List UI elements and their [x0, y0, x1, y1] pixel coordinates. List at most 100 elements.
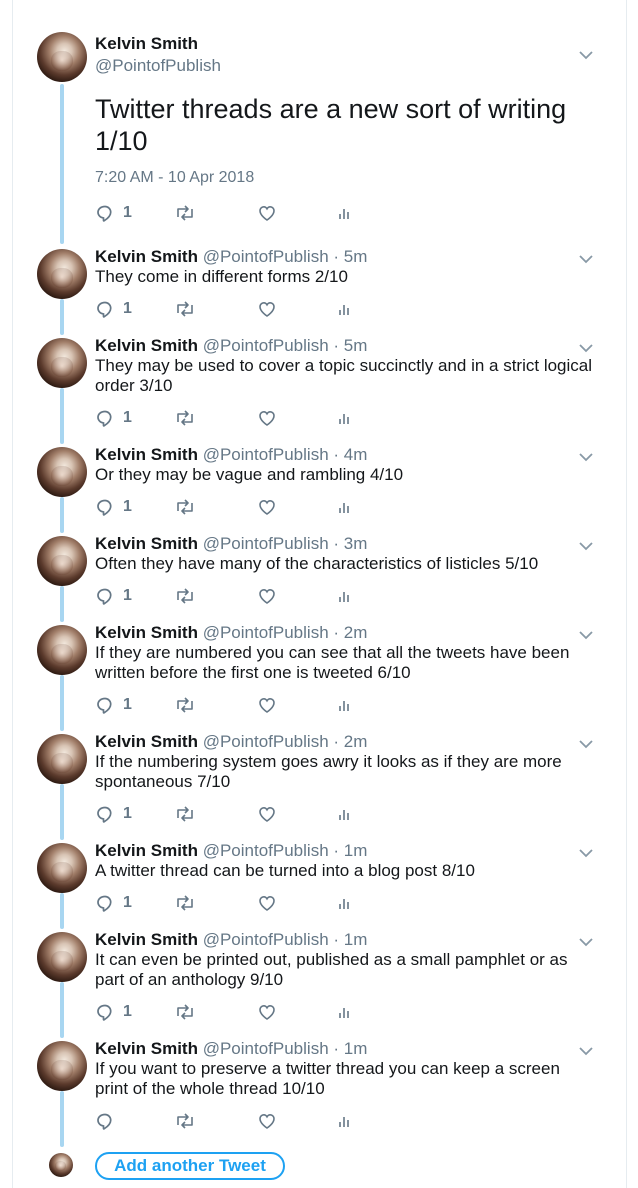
analytics-button[interactable]	[338, 203, 352, 223]
like-button[interactable]	[257, 893, 277, 913]
tweet-header: Kelvin Smith @PointofPublish · 1m	[95, 841, 595, 861]
tweet-time[interactable]: 1m	[344, 930, 368, 949]
reply-button[interactable]: 1	[95, 408, 132, 428]
retweet-button[interactable]	[174, 695, 196, 715]
chevron-down-icon[interactable]	[578, 739, 594, 749]
heart-icon	[257, 695, 277, 715]
like-button[interactable]	[257, 299, 277, 319]
reply-button[interactable]: 1	[95, 1002, 132, 1022]
retweet-button[interactable]	[174, 893, 196, 913]
author-handle[interactable]: @PointofPublish	[95, 56, 221, 76]
author-name[interactable]: Kelvin Smith	[95, 623, 198, 642]
author-handle[interactable]: @PointofPublish	[203, 445, 329, 464]
retweet-button[interactable]	[174, 408, 196, 428]
reply-button[interactable]: 1	[95, 497, 132, 517]
reply-button[interactable]: 1	[95, 804, 132, 824]
author-name[interactable]: Kelvin Smith	[95, 336, 198, 355]
retweet-icon	[174, 586, 196, 606]
retweet-button[interactable]	[174, 497, 196, 517]
author-handle[interactable]: @PointofPublish	[203, 732, 329, 751]
like-button[interactable]	[257, 203, 277, 223]
tweet-time[interactable]: 1m	[344, 1039, 368, 1058]
avatar	[49, 1153, 73, 1177]
reply-button[interactable]: 1	[95, 203, 132, 223]
like-button[interactable]	[257, 586, 277, 606]
analytics-button[interactable]	[338, 695, 352, 715]
heart-icon	[257, 893, 277, 913]
retweet-button[interactable]	[174, 1002, 196, 1022]
chevron-down-icon[interactable]	[578, 848, 594, 858]
author-handle[interactable]: @PointofPublish	[203, 336, 329, 355]
analytics-button[interactable]	[338, 1111, 352, 1131]
chevron-down-icon[interactable]	[578, 452, 594, 462]
tweet-time[interactable]: 3m	[344, 534, 368, 553]
chevron-down-icon[interactable]	[578, 541, 594, 551]
analytics-button[interactable]	[338, 1002, 352, 1022]
tweet-time[interactable]: 1m	[344, 841, 368, 860]
avatar[interactable]	[37, 32, 87, 82]
retweet-button[interactable]	[174, 299, 196, 319]
author-name[interactable]: Kelvin Smith	[95, 841, 198, 860]
avatar[interactable]	[37, 625, 87, 675]
author-name[interactable]: Kelvin Smith	[95, 930, 198, 949]
reply-button[interactable]: 1	[95, 586, 132, 606]
chevron-down-icon[interactable]	[578, 343, 594, 353]
reply-button[interactable]: 1	[95, 893, 132, 913]
tweet-time[interactable]: 2m	[344, 623, 368, 642]
author-handle[interactable]: @PointofPublish	[203, 1039, 329, 1058]
author-handle[interactable]: @PointofPublish	[203, 623, 329, 642]
chevron-down-icon[interactable]	[578, 1046, 594, 1056]
author-handle[interactable]: @PointofPublish	[203, 534, 329, 553]
avatar[interactable]	[37, 249, 87, 299]
analytics-button[interactable]	[338, 893, 352, 913]
retweet-button[interactable]	[174, 1111, 196, 1131]
analytics-button[interactable]	[338, 586, 352, 606]
reply-button[interactable]	[95, 1111, 123, 1131]
tweet-time[interactable]: 5m	[344, 247, 368, 266]
avatar[interactable]	[37, 447, 87, 497]
tweet-time[interactable]: 5m	[344, 336, 368, 355]
separator: ·	[333, 930, 340, 949]
tweet-time[interactable]: 4m	[344, 445, 368, 464]
retweet-button[interactable]	[174, 203, 196, 223]
chevron-down-icon[interactable]	[578, 50, 594, 60]
reply-button[interactable]: 1	[95, 695, 132, 715]
author-name[interactable]: Kelvin Smith	[95, 732, 198, 751]
analytics-button[interactable]	[338, 804, 352, 824]
author-name[interactable]: Kelvin Smith	[95, 34, 198, 54]
analytics-button[interactable]	[338, 497, 352, 517]
author-name[interactable]: Kelvin Smith	[95, 445, 198, 464]
avatar[interactable]	[37, 1041, 87, 1091]
tweet-timestamp[interactable]: 7:20 AM - 10 Apr 2018	[95, 169, 254, 187]
author-handle[interactable]: @PointofPublish	[203, 841, 329, 860]
retweet-button[interactable]	[174, 804, 196, 824]
like-button[interactable]	[257, 408, 277, 428]
tweet-time[interactable]: 2m	[344, 732, 368, 751]
author-name[interactable]: Kelvin Smith	[95, 1039, 198, 1058]
add-another-tweet-button[interactable]: Add another Tweet	[95, 1152, 285, 1180]
like-button[interactable]	[257, 1111, 277, 1131]
author-handle[interactable]: @PointofPublish	[203, 930, 329, 949]
avatar[interactable]	[37, 536, 87, 586]
avatar[interactable]	[37, 843, 87, 893]
like-button[interactable]	[257, 695, 277, 715]
like-button[interactable]	[257, 1002, 277, 1022]
analytics-button[interactable]	[338, 408, 352, 428]
like-button[interactable]	[257, 497, 277, 517]
chevron-down-icon[interactable]	[578, 254, 594, 264]
author-handle[interactable]: @PointofPublish	[203, 247, 329, 266]
author-name[interactable]: Kelvin Smith	[95, 534, 198, 553]
like-button[interactable]	[257, 804, 277, 824]
reply-count: 1	[123, 696, 132, 713]
tweet-actions: 1	[95, 497, 365, 519]
avatar[interactable]	[37, 932, 87, 982]
avatar[interactable]	[37, 338, 87, 388]
analytics-button[interactable]	[338, 299, 352, 319]
chevron-down-icon[interactable]	[578, 630, 594, 640]
retweet-button[interactable]	[174, 586, 196, 606]
author-name[interactable]: Kelvin Smith	[95, 247, 198, 266]
avatar[interactable]	[37, 734, 87, 784]
chevron-down-icon[interactable]	[578, 937, 594, 947]
tweet-header: Kelvin Smith @PointofPublish · 2m	[95, 732, 595, 752]
reply-button[interactable]: 1	[95, 299, 132, 319]
